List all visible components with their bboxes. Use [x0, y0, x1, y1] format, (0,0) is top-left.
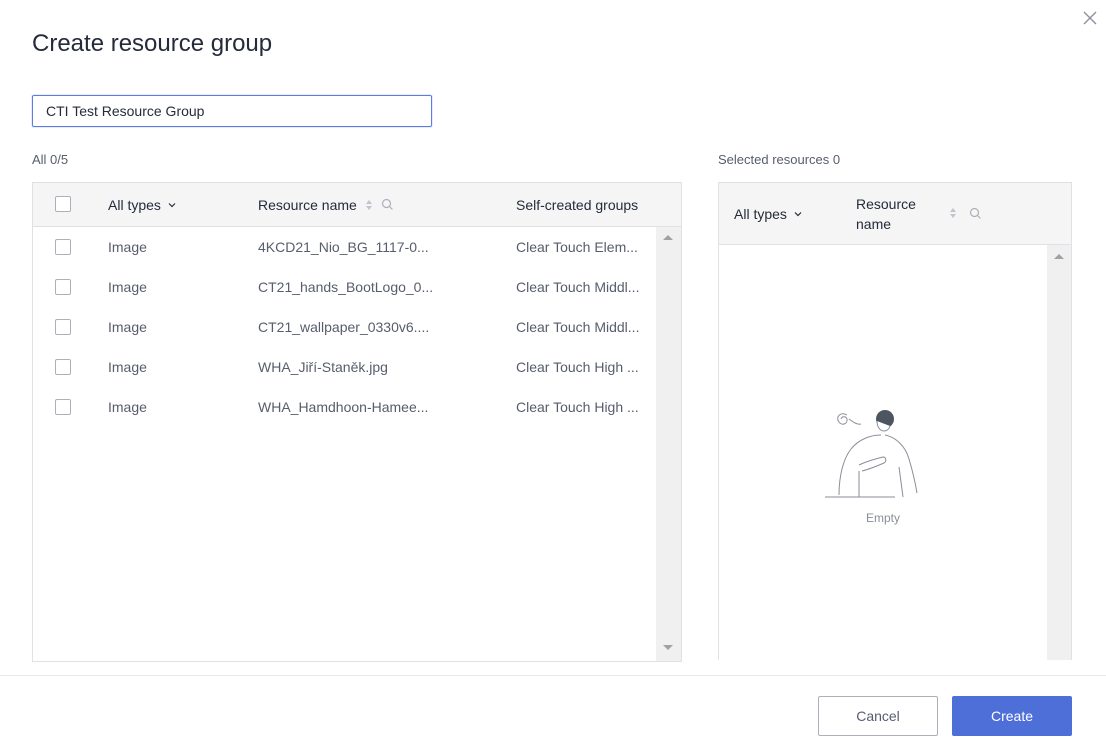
self-created-groups-header-label: Self-created groups	[516, 196, 639, 213]
row-resource-name: WHA_Jiří-Staněk.jpg	[258, 359, 388, 375]
row-checkbox[interactable]	[55, 399, 71, 415]
selected-type-filter-dropdown[interactable]: All types	[734, 183, 803, 244]
all-count-label: All 0/5	[32, 152, 69, 167]
row-checkbox[interactable]	[55, 359, 71, 375]
row-type: Image	[108, 279, 147, 295]
resource-list-panel: All types Resource name Self-created gro…	[32, 182, 682, 662]
row-type: Image	[108, 319, 147, 335]
create-button[interactable]: Create	[952, 696, 1072, 736]
search-icon[interactable]	[969, 207, 982, 220]
table-row[interactable]: Image 4KCD21_Nio_BG_1117-0... Clear Touc…	[33, 227, 656, 267]
search-icon[interactable]	[381, 198, 394, 211]
chevron-down-icon	[167, 200, 177, 210]
empty-text: Empty	[865, 511, 900, 525]
row-group: Clear Touch Middl...	[516, 279, 640, 295]
row-type: Image	[108, 399, 147, 415]
select-all-checkbox[interactable]	[55, 196, 71, 212]
resource-list-scrollbar[interactable]	[656, 227, 681, 661]
selected-resources-panel: All types Resource name Empty	[718, 182, 1072, 660]
row-group: Clear Touch High ...	[516, 359, 639, 375]
selected-table-header: All types Resource name	[719, 183, 1071, 245]
resource-name-column-header: Resource name	[258, 183, 394, 226]
dialog-title: Create resource group	[32, 30, 273, 57]
close-icon[interactable]	[1080, 8, 1100, 28]
row-resource-name: CT21_hands_BootLogo_0...	[258, 279, 434, 295]
type-filter-dropdown[interactable]: All types	[108, 183, 177, 226]
selected-list-scrollbar[interactable]	[1047, 245, 1071, 660]
resource-table-header: All types Resource name Self-created gro…	[33, 183, 681, 227]
type-filter-label: All types	[108, 196, 161, 213]
self-created-groups-header: Self-created groups	[516, 183, 638, 226]
table-row[interactable]: Image WHA_Hamdhoon-Hamee... Clear Touch …	[33, 387, 656, 427]
table-row[interactable]: Image CT21_wallpaper_0330v6.... Clear To…	[33, 307, 656, 347]
row-group: Clear Touch Elem...	[516, 239, 638, 255]
group-name-input[interactable]	[32, 95, 432, 127]
row-checkbox[interactable]	[55, 319, 71, 335]
row-group: Clear Touch Middl...	[516, 319, 640, 335]
sort-icon[interactable]	[949, 206, 957, 220]
table-row[interactable]: Image WHA_Jiří-Staněk.jpg Clear Touch Hi…	[33, 347, 656, 387]
table-row[interactable]: Image CT21_hands_BootLogo_0... Clear Tou…	[33, 267, 656, 307]
row-resource-name: 4KCD21_Nio_BG_1117-0...	[258, 239, 429, 255]
row-checkbox[interactable]	[55, 239, 71, 255]
row-type: Image	[108, 359, 147, 375]
scroll-down-arrow-icon[interactable]	[663, 645, 673, 650]
cancel-button[interactable]: Cancel	[818, 696, 938, 736]
selected-type-filter-label: All types	[734, 205, 787, 222]
selected-count-label: Selected resources 0	[718, 152, 841, 167]
selected-resource-name-header: Resource name	[856, 194, 916, 234]
empty-state: Empty	[719, 245, 1047, 660]
footer-divider	[0, 675, 1106, 676]
sort-icon[interactable]	[365, 198, 373, 212]
selected-resource-name-line1: Resource	[856, 196, 916, 212]
row-checkbox[interactable]	[55, 279, 71, 295]
row-resource-name: CT21_wallpaper_0330v6....	[258, 319, 430, 335]
scroll-up-arrow-icon[interactable]	[663, 235, 673, 240]
empty-illustration-icon	[825, 410, 918, 498]
chevron-down-icon	[793, 209, 803, 219]
row-resource-name: WHA_Hamdhoon-Hamee...	[258, 399, 429, 415]
row-group: Clear Touch High ...	[516, 399, 639, 415]
row-type: Image	[108, 239, 147, 255]
scroll-up-arrow-icon[interactable]	[1054, 254, 1064, 259]
resource-name-header-label: Resource name	[258, 196, 357, 213]
selected-resource-name-line2: name	[856, 216, 892, 232]
